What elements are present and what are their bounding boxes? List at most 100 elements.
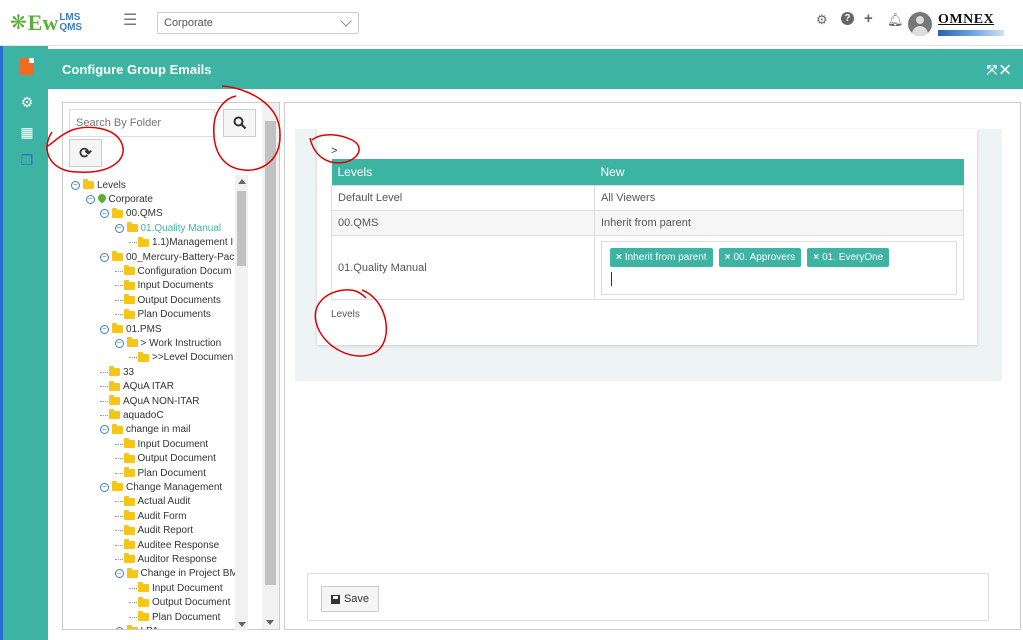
- hamburger-icon[interactable]: ☰: [123, 10, 137, 30]
- folder-icon: [123, 510, 135, 521]
- tree-node-label: Output Document: [137, 453, 216, 465]
- row-value: Inherit from parent: [594, 210, 964, 236]
- tree-node[interactable]: Output Document: [114, 452, 216, 466]
- bell-icon[interactable]: 🔔︎: [887, 12, 904, 28]
- tree-node[interactable]: − Change Management: [100, 480, 222, 494]
- collapse-toggle-icon[interactable]: −: [100, 482, 109, 492]
- tree-node[interactable]: − Corporate: [85, 192, 153, 206]
- tree-node[interactable]: Audit Report: [114, 524, 194, 538]
- collapse-toggle-icon[interactable]: −: [71, 180, 80, 190]
- building-icon[interactable]: ▦: [17, 122, 37, 142]
- text-caret: [611, 271, 612, 286]
- page-header: Configure Group Emails ⤧✕: [48, 49, 1023, 89]
- search-button[interactable]: [223, 109, 256, 137]
- remove-tag-icon[interactable]: ×: [813, 252, 819, 263]
- help-icon[interactable]: ?: [841, 12, 854, 25]
- collapse-toggle-icon[interactable]: −: [85, 194, 95, 204]
- remove-tag-icon[interactable]: ×: [725, 252, 731, 263]
- tree-node-label: Audit Report: [137, 525, 194, 537]
- plus-icon[interactable]: +: [864, 10, 873, 27]
- tree-node[interactable]: Output Document: [129, 596, 230, 610]
- app-logo[interactable]: ❋ Ew LMS QMS: [10, 8, 82, 38]
- column-header-levels: Levels: [331, 159, 595, 186]
- tree-node[interactable]: AQuA NON-ITAR: [100, 394, 200, 408]
- save-button[interactable]: Save: [321, 586, 379, 612]
- folder-icon: [112, 481, 123, 492]
- copy-icon[interactable]: ❐: [17, 150, 37, 170]
- tree-node[interactable]: AQuA ITAR: [100, 380, 174, 394]
- collapse-toggle-icon[interactable]: −: [100, 209, 109, 219]
- gears-icon[interactable]: ⚙: [17, 92, 37, 112]
- tree-node[interactable]: − change in mail: [100, 423, 190, 437]
- folder-icon: [123, 279, 135, 290]
- organization-select[interactable]: Corporate: [157, 12, 359, 34]
- collapse-toggle-icon[interactable]: −: [100, 425, 109, 435]
- tree-node[interactable]: aquadoC: [100, 408, 164, 422]
- avatar-icon[interactable]: [908, 12, 932, 36]
- window-controls[interactable]: ⤧✕: [987, 62, 1013, 78]
- group-tag-input[interactable]: × Inherit from parent × 00. Approvers × 01.…: [601, 240, 957, 295]
- collapse-toggle-icon[interactable]: −: [114, 223, 124, 233]
- tree-node[interactable]: Output Documents: [114, 293, 221, 307]
- collapse-toggle-icon[interactable]: −: [114, 338, 124, 348]
- tree-node[interactable]: Configuration Docum: [114, 264, 231, 278]
- tree-node[interactable]: − Levels: [71, 178, 126, 192]
- tree-node[interactable]: 1.1)Management I: [129, 236, 233, 250]
- panel-scrollbar[interactable]: [262, 103, 279, 629]
- tree-node-label: Input Documents: [137, 280, 214, 292]
- column-header-new: New: [594, 159, 964, 186]
- folder-icon: [112, 251, 123, 261]
- remove-tag-icon[interactable]: ×: [616, 252, 622, 263]
- search-folder-input[interactable]: [69, 109, 215, 137]
- tag-chip[interactable]: × 01. EveryOne: [807, 247, 890, 267]
- folder-icon: [123, 467, 135, 477]
- breadcrumb[interactable]: >: [331, 145, 337, 157]
- folder-icon: [123, 308, 135, 319]
- tree-node-label: >>Level Documen: [152, 352, 234, 364]
- collapse-toggle-icon[interactable]: −: [114, 626, 124, 629]
- tree-node[interactable]: − LPA: [114, 624, 159, 629]
- tree-node-label: AQuA NON-ITAR: [123, 395, 200, 407]
- tree-node[interactable]: Actual Audit: [114, 495, 190, 509]
- tree-node-label: change in mail: [126, 424, 191, 436]
- folder-icon: [126, 337, 138, 348]
- left-nav: ⚙ ▦ ❐: [3, 46, 48, 640]
- tree-node[interactable]: Audit Form: [114, 509, 186, 523]
- tree-node[interactable]: Plan Documents: [114, 308, 211, 322]
- tag-chip[interactable]: × Inherit from parent: [610, 247, 713, 267]
- tree-node-label: 1.1)Management I: [152, 237, 234, 249]
- tree-node[interactable]: − 00.QMS: [100, 207, 163, 221]
- tree-node[interactable]: >>Level Documen: [129, 351, 233, 365]
- tree-node-label: Change Management: [126, 481, 223, 493]
- row-level: Default Level: [331, 185, 595, 211]
- table-row: 00.QMS Inherit from parent: [331, 210, 964, 236]
- top-bar: ❋ Ew LMS QMS ☰ Corporate ⚙ ? + 🔔︎ OMNEX: [0, 0, 1023, 46]
- collapse-toggle-icon[interactable]: −: [100, 324, 109, 334]
- tree-node[interactable]: Input Document: [129, 581, 223, 595]
- collapse-toggle-icon[interactable]: −: [100, 252, 109, 262]
- tree-node[interactable]: − Change in Project BM: [114, 567, 235, 581]
- tree-node[interactable]: 33: [100, 365, 134, 379]
- collapse-toggle-icon[interactable]: −: [114, 569, 124, 579]
- tree-node[interactable]: − > Work Instruction: [114, 336, 221, 350]
- folder-icon: [138, 611, 149, 621]
- tree-scrollbar[interactable]: [235, 175, 248, 631]
- tree-node-label: Plan Documents: [137, 309, 211, 321]
- refresh-button[interactable]: ⟳: [69, 139, 102, 167]
- tree-node[interactable]: Auditor Response: [114, 552, 217, 566]
- document-icon[interactable]: [17, 56, 37, 76]
- tag-chip[interactable]: × 00. Approvers: [718, 247, 802, 267]
- tree-node[interactable]: Plan Document: [129, 610, 220, 624]
- tree-node[interactable]: Auditee Response: [114, 538, 219, 552]
- tree-node[interactable]: − 00_Mercury-Battery-Pack: [100, 250, 235, 264]
- tree-node[interactable]: − 01.Quality Manual: [114, 221, 221, 235]
- folder-icon: [126, 567, 138, 578]
- tree-node[interactable]: Input Documents: [114, 279, 214, 293]
- organization-select-value: Corporate: [164, 17, 213, 29]
- tree-node[interactable]: Plan Document: [114, 466, 206, 480]
- folder-tree: − Levels − Corporate −00.QMS −01.Quality Manu…: [63, 175, 235, 629]
- tree-node[interactable]: Input Document: [114, 437, 208, 451]
- folder-icon: [138, 236, 149, 247]
- gear-icon[interactable]: ⚙: [816, 12, 828, 28]
- tree-node[interactable]: − 01.PMS: [100, 322, 162, 336]
